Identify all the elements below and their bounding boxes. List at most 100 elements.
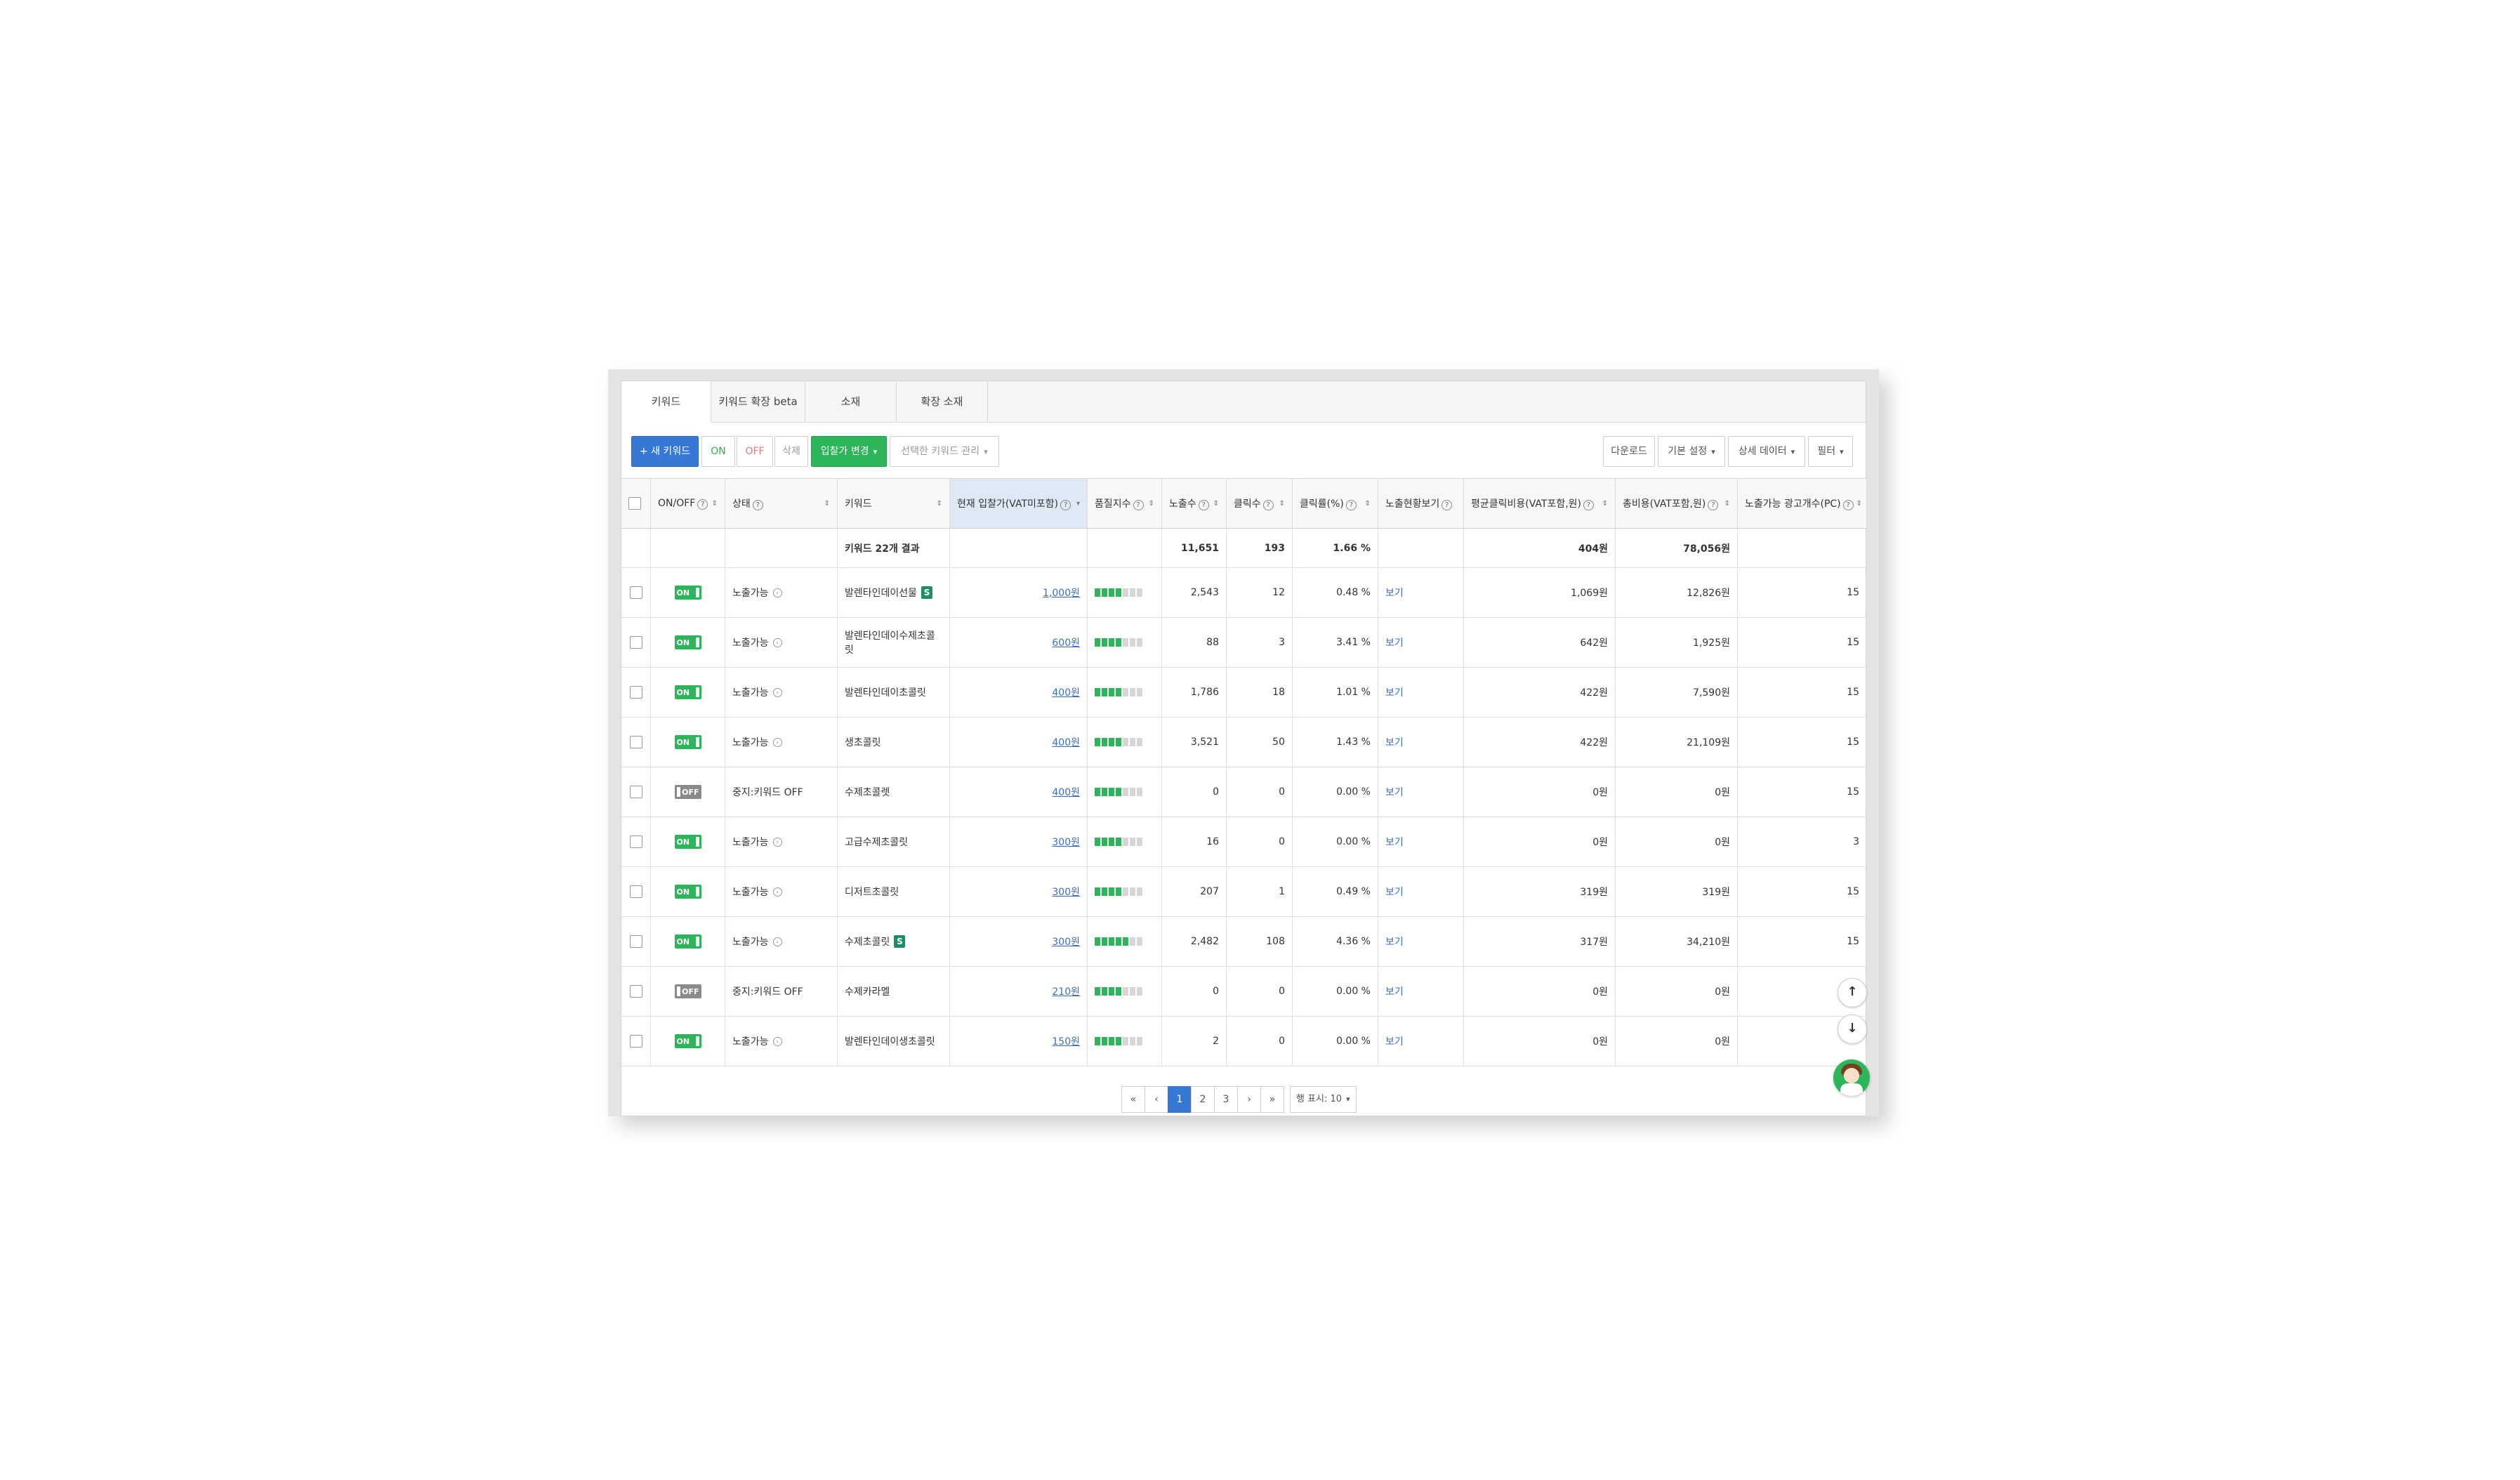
onoff-toggle[interactable]: ON — [674, 835, 701, 849]
chatbot-button[interactable] — [1833, 1059, 1870, 1096]
tab-extension-creative[interactable]: 확장 소재 — [897, 381, 988, 422]
col-status[interactable]: 상태? ⇕ — [725, 479, 838, 528]
bid-link[interactable]: 400원 — [1052, 685, 1080, 699]
bid-link[interactable]: 300원 — [1052, 885, 1080, 899]
sort-icon[interactable]: ⇕ — [1149, 500, 1154, 508]
col-total-cost[interactable]: 총비용(VAT포함,원)? ⇕ — [1616, 479, 1738, 528]
status-info-icon[interactable]: › — [772, 1036, 782, 1046]
help-icon[interactable]: ? — [752, 500, 763, 510]
on-button[interactable]: ON — [701, 436, 735, 467]
exposure-view-link[interactable]: 보기 — [1385, 685, 1404, 699]
onoff-toggle[interactable]: ON — [674, 735, 701, 749]
exposure-view-link[interactable]: 보기 — [1385, 934, 1404, 949]
bid-link[interactable]: 600원 — [1052, 635, 1080, 649]
sort-icon[interactable]: ⇕ — [1365, 500, 1371, 508]
help-icon[interactable]: ? — [1442, 500, 1453, 510]
select-all-checkbox[interactable] — [628, 497, 641, 510]
col-avg-cpc[interactable]: 평균클릭비용(VAT포함,원)? ⇕ — [1464, 479, 1616, 528]
exposure-view-link[interactable]: 보기 — [1385, 586, 1404, 600]
onoff-toggle[interactable]: ON — [674, 586, 701, 600]
scroll-bottom-button[interactable]: ↓ — [1838, 1015, 1867, 1044]
col-onoff[interactable]: ON/OFF? ⇕ — [651, 479, 725, 528]
row-checkbox[interactable] — [629, 835, 642, 848]
rows-per-page-select[interactable]: 행 표시: 10 ▾ — [1290, 1086, 1357, 1113]
col-clicks[interactable]: 클릭수? ⇕ — [1227, 479, 1293, 528]
exposure-view-link[interactable]: 보기 — [1385, 735, 1404, 749]
row-checkbox[interactable] — [629, 1035, 642, 1048]
prev-page-button[interactable]: ‹ — [1144, 1086, 1168, 1113]
off-button[interactable]: OFF — [737, 436, 773, 467]
manage-selected-button[interactable]: 선택한 키워드 관리 ▾ — [890, 436, 999, 467]
col-bid[interactable]: 현재 입찰가(VAT미포함)? ▾ — [950, 479, 1088, 528]
help-icon[interactable]: ? — [1262, 500, 1274, 510]
onoff-toggle[interactable]: ON — [674, 885, 701, 899]
status-info-icon[interactable]: › — [772, 937, 782, 946]
bid-link[interactable]: 150원 — [1052, 1034, 1080, 1048]
sort-icon[interactable]: ⇕ — [937, 500, 942, 508]
status-info-icon[interactable]: › — [772, 737, 782, 747]
sort-icon[interactable]: ⇕ — [1856, 500, 1862, 508]
row-checkbox[interactable] — [629, 935, 642, 948]
last-page-button[interactable]: » — [1260, 1086, 1284, 1113]
onoff-toggle[interactable]: OFF — [674, 984, 701, 998]
bid-link[interactable]: 300원 — [1052, 934, 1080, 949]
bid-link[interactable]: 400원 — [1052, 785, 1080, 799]
download-button[interactable]: 다운로드 — [1603, 436, 1655, 467]
status-info-icon[interactable]: › — [772, 588, 782, 597]
page-3-button[interactable]: 3 — [1214, 1086, 1238, 1113]
col-impressions[interactable]: 노출수? ⇕ — [1162, 479, 1227, 528]
status-info-icon[interactable]: › — [772, 887, 782, 897]
row-checkbox[interactable] — [629, 686, 642, 699]
sort-icon[interactable]: ⇕ — [1279, 500, 1285, 508]
sort-icon[interactable]: ⇕ — [1602, 500, 1608, 508]
row-checkbox[interactable] — [629, 885, 642, 898]
status-info-icon[interactable]: › — [772, 637, 782, 647]
help-icon[interactable]: ? — [1842, 500, 1854, 510]
col-ad-count[interactable]: 노출가능 광고개수(PC)? ⇕ — [1738, 479, 1867, 528]
tab-keyword-expansion[interactable]: 키워드 확장 beta — [711, 381, 805, 422]
help-icon[interactable]: ? — [1345, 500, 1357, 510]
bid-link[interactable]: 210원 — [1052, 984, 1080, 998]
sort-icon[interactable]: ⇕ — [824, 500, 830, 508]
help-icon[interactable]: ? — [1583, 500, 1595, 510]
help-icon[interactable]: ? — [1708, 500, 1719, 510]
help-icon[interactable]: ? — [1060, 500, 1071, 510]
col-ctr[interactable]: 클릭률(%)? ⇕ — [1293, 479, 1378, 528]
help-icon[interactable]: ? — [1198, 500, 1209, 510]
status-info-icon[interactable]: › — [772, 687, 782, 697]
status-info-icon[interactable]: › — [772, 837, 782, 847]
onoff-toggle[interactable]: ON — [674, 1034, 701, 1048]
exposure-view-link[interactable]: 보기 — [1385, 1034, 1404, 1048]
filter-dropdown[interactable]: 필터 ▾ — [1808, 436, 1853, 467]
detail-data-dropdown[interactable]: 상세 데이터 ▾ — [1728, 436, 1805, 467]
help-icon[interactable]: ? — [1133, 500, 1144, 510]
col-keyword[interactable]: 키워드 ⇕ — [838, 479, 950, 528]
exposure-view-link[interactable]: 보기 — [1385, 635, 1404, 649]
page-1-button[interactable]: 1 — [1168, 1086, 1192, 1113]
bid-change-button[interactable]: 입찰가 변경 ▾ — [811, 436, 887, 467]
sort-icon[interactable]: ⇕ — [1724, 500, 1730, 508]
onoff-toggle[interactable]: ON — [674, 685, 701, 699]
delete-button[interactable]: 삭제 — [774, 436, 808, 467]
bid-link[interactable]: 1,000원 — [1043, 586, 1080, 600]
scroll-top-button[interactable]: ↑ — [1838, 978, 1867, 1007]
bid-link[interactable]: 400원 — [1052, 735, 1080, 749]
exposure-view-link[interactable]: 보기 — [1385, 984, 1404, 998]
row-checkbox[interactable] — [629, 636, 642, 649]
row-checkbox[interactable] — [629, 985, 642, 998]
next-page-button[interactable]: › — [1237, 1086, 1261, 1113]
first-page-button[interactable]: « — [1121, 1086, 1145, 1113]
sort-desc-icon[interactable]: ▾ — [1076, 500, 1080, 508]
exposure-view-link[interactable]: 보기 — [1385, 835, 1404, 849]
onoff-toggle[interactable]: OFF — [674, 785, 701, 799]
new-keyword-button[interactable]: + 새 키워드 — [631, 436, 699, 467]
row-checkbox[interactable] — [629, 736, 642, 748]
col-quality[interactable]: 품질지수? ⇕ — [1088, 479, 1162, 528]
sort-icon[interactable]: ⇕ — [1213, 500, 1219, 508]
row-checkbox[interactable] — [629, 786, 642, 798]
default-settings-dropdown[interactable]: 기본 설정 ▾ — [1658, 436, 1725, 467]
exposure-view-link[interactable]: 보기 — [1385, 785, 1404, 799]
sort-icon[interactable]: ⇕ — [712, 500, 718, 508]
tab-creative[interactable]: 소재 — [805, 381, 897, 422]
page-2-button[interactable]: 2 — [1191, 1086, 1215, 1113]
